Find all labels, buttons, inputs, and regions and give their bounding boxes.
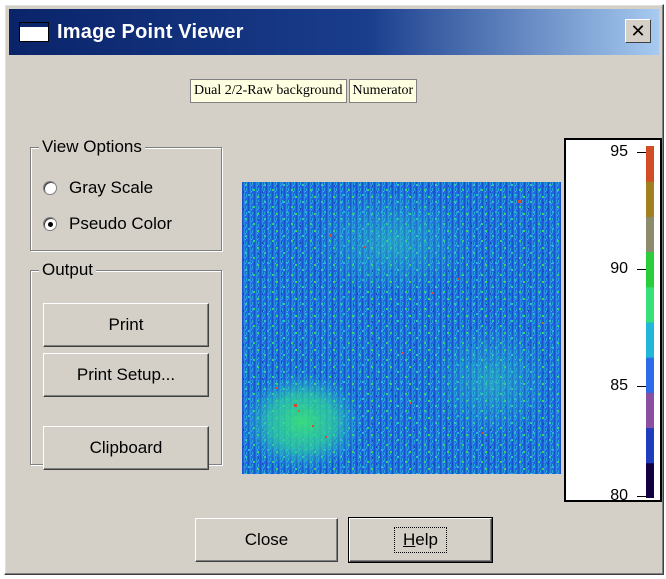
view-options-group: View Options Gray Scale Pseudo Color [30,137,222,251]
color-scale-segment [646,181,654,217]
title-bar: Image Point Viewer ✕ [9,9,659,55]
scale-tick-mark-80 [637,496,646,497]
window-title: Image Point Viewer [57,20,244,43]
image-point-viewer-window: Image Point Viewer ✕ Dual 2/2-Raw backgr… [4,4,664,575]
color-scale-segment [646,392,654,429]
close-window-button[interactable]: ✕ [625,19,651,43]
scale-tick-95: 95 [610,143,628,160]
scale-tick-80: 80 [610,487,628,504]
color-scale-segment [646,357,654,393]
print-setup-button[interactable]: Print Setup... [43,353,209,397]
clipboard-button[interactable]: Clipboard [43,426,209,470]
help-button[interactable]: Help [348,517,493,563]
color-scale-segment [646,216,654,253]
color-scale-legend: 95 90 85 80 [564,138,662,504]
scale-tick-90: 90 [610,260,628,277]
pseudo-color-radio[interactable] [43,217,57,231]
pseudo-color-option[interactable]: Pseudo Color [43,214,172,234]
help-rest: elp [415,530,438,549]
image-label-primary: Dual 2/2-Raw background [190,79,347,103]
scale-tick-85: 85 [610,377,628,394]
gray-scale-label: Gray Scale [69,178,154,197]
image-labels: Dual 2/2-Raw background Numerator [190,79,419,103]
gray-scale-option[interactable]: Gray Scale [43,178,153,198]
color-scale-segment [646,146,654,182]
help-mnemonic: H [403,530,416,549]
color-scale-segment [646,462,654,498]
color-scale-segment [646,286,654,323]
color-scale-bar [646,146,654,498]
color-scale-segment [646,427,654,464]
scale-tick-mark-90 [637,269,646,270]
pseudo-color-label: Pseudo Color [69,214,173,233]
color-scale-segment [646,322,654,358]
color-scale-segment [646,251,654,288]
output-legend: Output [39,260,97,280]
pseudo-color-image[interactable] [242,182,561,474]
help-label: Help [394,527,447,553]
close-button[interactable]: Close [195,518,338,562]
view-options-legend: View Options [39,137,145,157]
gray-scale-radio[interactable] [43,181,57,195]
image-label-secondary: Numerator [348,79,418,103]
print-button[interactable]: Print [43,303,209,347]
scale-tick-mark-95 [637,152,646,153]
scale-tick-mark-85 [637,386,646,387]
window-icon [19,22,49,42]
